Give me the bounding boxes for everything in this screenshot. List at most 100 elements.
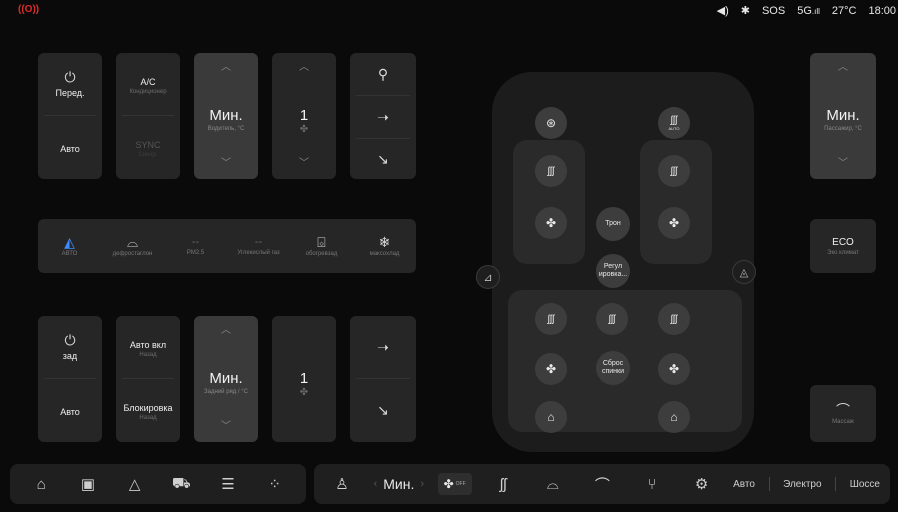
passenger-seat-heat-button[interactable]: ʃʃʃ [658, 155, 690, 187]
vent-right-icon: ◬ [739, 266, 749, 279]
passenger-auto-heat-button[interactable]: ʃʃʃ AUTO [658, 107, 690, 139]
clock: 18:00 [868, 4, 896, 17]
airflow-body-icon: ➝ [377, 339, 389, 355]
mode-electric[interactable]: Электро [783, 479, 821, 490]
driver-seat-vent-button[interactable]: ✤ [535, 207, 567, 239]
driver-temp-sub: Водитель, °C [207, 126, 245, 132]
sos-label[interactable]: SOS [762, 5, 785, 17]
airflow-body-button[interactable]: ➝ [350, 96, 416, 138]
adjust-button[interactable]: Регул ировка... [596, 254, 630, 288]
mode-divider [768, 477, 770, 491]
nav-dock: ⌂ ▣ △ ⛟ ☰ ⁘ [10, 464, 306, 504]
front-power-button[interactable]: ⏻ Перед. [38, 53, 102, 115]
climate-lock-icon[interactable]: ♙ [324, 475, 360, 493]
reset-back-button[interactable]: Сброс спинки [596, 351, 630, 385]
max-cool-button[interactable]: ❄ максохлад [353, 219, 416, 273]
passenger-temp-up-icon[interactable]: ︿ [810, 63, 876, 73]
chevron-left-icon[interactable]: ‹ [374, 478, 378, 490]
defrost-icon[interactable]: ⌓ [535, 476, 571, 493]
ac-button[interactable]: A/C Кондиционер [116, 53, 180, 115]
rear-right-heat-button[interactable]: ʃʃʃ [658, 303, 690, 335]
fan-off-button[interactable]: ✤ OFF [437, 473, 472, 495]
rear-airflow-feet-button[interactable]: ↘ [350, 379, 416, 441]
grid-icon[interactable]: ⁘ [257, 475, 293, 493]
rear-temp-stepper[interactable]: ︿ Мин. Задний ряд / °C ﹀ [194, 316, 258, 442]
temp-up-icon[interactable]: ︿ [194, 63, 258, 73]
rear-left-vent-button[interactable]: ✤ [535, 353, 567, 385]
co2-readout: -- Углекислый газ [227, 219, 290, 273]
rear-auto-on-button[interactable]: Авто вкл Назад [116, 316, 180, 378]
massage-label: Массаж [832, 418, 854, 425]
mode-highway[interactable]: Шоссе [850, 479, 880, 490]
status-bar: ((O)) ◀) ✱ SOS 5G.ıll 27°C 18:00 [0, 0, 898, 22]
passenger-temp-down-icon[interactable]: ﹀ [810, 159, 876, 169]
steering-icon[interactable]: ⚙ [684, 475, 720, 493]
ac-sub: Кондиционер [129, 89, 167, 95]
rear-left-heat-button[interactable]: ʃʃʃ [535, 303, 567, 335]
rear-fan-stepper[interactable]: 1 ✤ [272, 316, 336, 442]
rear-power-label: зад [62, 351, 78, 361]
rear-auto-on-sub: Назад [139, 352, 157, 358]
seat-icon[interactable]: ⑂ [634, 476, 670, 493]
auto-climate-button[interactable]: ◭ АВТО [38, 219, 101, 273]
front-auto-button[interactable]: Авто [38, 116, 102, 178]
auto-tag: AUTO [668, 126, 680, 131]
dock-temp-stepper[interactable]: ‹ Мин. › [374, 476, 424, 492]
fan-icon: ✤ [668, 216, 680, 230]
car-icon[interactable]: ⛟ [163, 475, 199, 494]
airflow-feet-button[interactable]: ↘ [350, 139, 416, 179]
heat-icon: ʃʃʃ [547, 165, 555, 177]
massage-button[interactable]: ⌒ Массаж [810, 385, 876, 442]
rear-temp-down-icon[interactable]: ﹀ [194, 422, 258, 432]
rear-right-massage-button[interactable]: ⌂ [658, 401, 690, 433]
climate-dock: ♙ ‹ Мин. › ✤ OFF ʃʃ ⌓ ⌒ ⑂ ⚙ Авто Электро… [314, 464, 890, 504]
heat-icon: ʃʃʃ [670, 313, 678, 325]
temp-down-icon[interactable]: ﹀ [194, 159, 258, 169]
navigation-icon[interactable]: △ [117, 475, 153, 493]
eco-button[interactable]: ECO Эко климат [810, 219, 876, 273]
eco-label: ECO [832, 236, 854, 248]
fan-up-icon[interactable]: ︿ [272, 63, 336, 73]
rear-power-button[interactable]: ⏻ зад [38, 316, 102, 378]
front-fan-stepper[interactable]: ︿ 1 ✤ ﹀ [272, 53, 336, 179]
steering-heat-button[interactable]: ⊛ [535, 107, 567, 139]
left-side-vent-button[interactable]: ⊿ [476, 265, 500, 289]
rear-auto-button[interactable]: Авто [38, 379, 102, 441]
alert-icon[interactable]: ((O)) [18, 4, 39, 15]
apps-icon[interactable]: ▣ [70, 475, 106, 493]
fan-icon: ✤ [299, 124, 309, 135]
chevron-right-icon[interactable]: › [420, 478, 424, 490]
rear-defrost-button[interactable]: ⌺ обогревзад [290, 219, 353, 273]
airflow-face-icon: ⚲ [377, 66, 389, 82]
power-icon: ⏻ [64, 69, 76, 85]
throne-button[interactable]: Трон [596, 207, 630, 241]
front-defrost-button[interactable]: ⌓ дефростаглон [101, 219, 164, 273]
seat-massage-icon: ⌂ [670, 410, 678, 424]
rear-temp-up-icon[interactable]: ︿ [194, 326, 258, 336]
fan-down-icon[interactable]: ﹀ [272, 159, 336, 169]
wiper-icon[interactable]: ⌒ [584, 474, 620, 495]
driver-seat-heat-button[interactable]: ʃʃʃ [535, 155, 567, 187]
auto-climate-icon: ◭ [64, 234, 75, 250]
rear-center-heat-button[interactable]: ʃʃʃ [596, 303, 628, 335]
rear-right-vent-button[interactable]: ✤ [658, 353, 690, 385]
rear-lock-button[interactable]: Блокировка Назад [116, 379, 180, 441]
ac-label: A/C [140, 77, 156, 87]
home-icon[interactable]: ⌂ [23, 476, 59, 493]
rear-airflow-body-button[interactable]: ➝ [350, 316, 416, 378]
passenger-seat-vent-button[interactable]: ✤ [658, 207, 690, 239]
sync-button[interactable]: SYNC Синхр. [116, 116, 180, 178]
right-side-vent-button[interactable]: ◬ [732, 260, 756, 284]
driver-temp-stepper[interactable]: ︿ Мин. Водитель, °C ﹀ [194, 53, 258, 179]
bluetooth-icon: ✱ [740, 5, 750, 17]
snowflake-icon: ❄ [378, 234, 391, 250]
driver-temp-value: Мин. [209, 107, 243, 124]
rear-auto-label: Авто [60, 407, 80, 417]
rear-left-massage-button[interactable]: ⌂ [535, 401, 567, 433]
seat-heat-icon[interactable]: ʃʃ [485, 476, 521, 493]
airflow-face-button[interactable]: ⚲ [350, 53, 416, 95]
passenger-temp-stepper[interactable]: ︿ Мин. Пассажир, °C ﹀ [810, 53, 876, 179]
throne-label: Трон [605, 219, 621, 227]
media-icon[interactable]: ☰ [210, 475, 246, 493]
mode-auto[interactable]: Авто [733, 479, 755, 490]
